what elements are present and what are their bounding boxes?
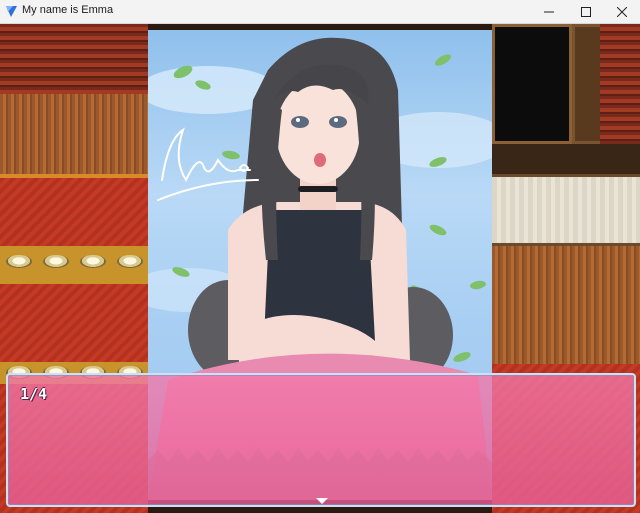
- plate-icon: [117, 255, 143, 268]
- game-viewport[interactable]: 1/4: [0, 24, 640, 513]
- message-window[interactable]: 1/4: [6, 373, 636, 507]
- close-icon: [617, 7, 627, 17]
- close-button[interactable]: [605, 0, 639, 24]
- plate-icon: [6, 255, 32, 268]
- maximize-icon: [581, 7, 591, 17]
- down-arrow-icon[interactable]: [316, 498, 328, 504]
- plate-icon: [80, 255, 106, 268]
- window-title: My name is Emma: [22, 4, 114, 16]
- map-ledge-right: [492, 144, 640, 174]
- window-titlebar[interactable]: My name is Emma: [0, 0, 640, 24]
- map-carpet-left-lower: [0, 284, 148, 364]
- map-plaster-right: [492, 174, 640, 246]
- map-wall-top-left: [0, 24, 148, 94]
- minimize-icon: [544, 11, 554, 13]
- signature-mark: [157, 127, 259, 201]
- message-text: 1/4: [20, 385, 48, 403]
- app-icon: [6, 6, 17, 17]
- plate-icon: [43, 255, 69, 268]
- map-wall-right: [600, 24, 640, 144]
- map-frame-dark: [492, 24, 572, 144]
- map-carpet-left: [0, 174, 148, 250]
- map-gold-shelf-left: [0, 246, 148, 284]
- map-wood-wall-right: [492, 246, 640, 364]
- map-wood-wall-left: [0, 94, 148, 174]
- minimize-button[interactable]: [532, 0, 566, 24]
- maximize-button[interactable]: [569, 0, 603, 24]
